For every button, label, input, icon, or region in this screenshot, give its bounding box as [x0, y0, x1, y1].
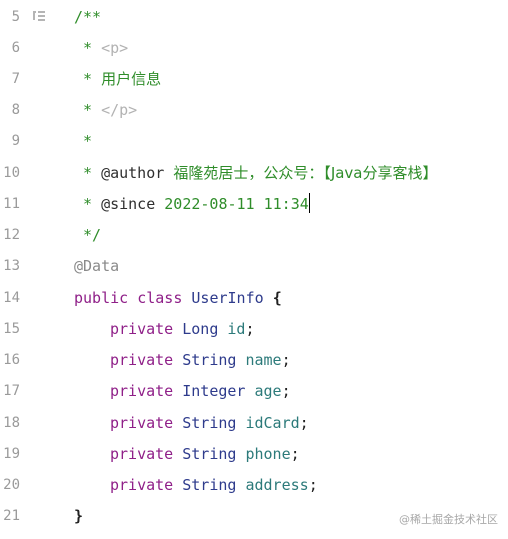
- modifier: private: [110, 414, 174, 432]
- code-line[interactable]: 19 private String phone;: [0, 439, 508, 470]
- watermark: @稀土掘金技术社区: [399, 513, 498, 526]
- line-number: 17: [3, 383, 20, 399]
- code-line[interactable]: 7 * 用户信息: [0, 64, 508, 95]
- field-type: Long: [182, 320, 219, 338]
- code-line[interactable]: 16 private String name;: [0, 345, 508, 376]
- line-number: 7: [11, 71, 20, 87]
- code-line[interactable]: 17 private Integer age;: [0, 376, 508, 407]
- comment-star: *: [83, 70, 102, 88]
- semicolon: ;: [290, 445, 300, 463]
- html-tag: </p>: [101, 101, 138, 119]
- line-number: 19: [3, 446, 20, 462]
- line-number: 9: [11, 133, 20, 149]
- code-line[interactable]: 14 public class UserInfo {: [0, 283, 508, 314]
- field-name: address: [245, 476, 309, 494]
- code-line[interactable]: 10 * @author 福隆苑居士，公众号：【Java分享客栈】: [0, 158, 508, 189]
- field-name: age: [254, 382, 282, 400]
- line-number: 11: [3, 196, 20, 212]
- fold-gutter-icon[interactable]: [33, 11, 45, 23]
- comment-star: *: [83, 195, 102, 213]
- open-brace: {: [272, 289, 282, 307]
- semicolon: ;: [299, 414, 309, 432]
- field-type: String: [182, 476, 237, 494]
- line-number: 6: [11, 40, 20, 56]
- code-editor[interactable]: 5 /** 6 * <p> 7 * 用户信息 8 * </p> 9 * 10 *…: [0, 0, 508, 539]
- html-tag: <p>: [101, 39, 129, 57]
- semicolon: ;: [308, 476, 318, 494]
- line-number: 16: [3, 352, 20, 368]
- field-name: idCard: [245, 414, 300, 432]
- field-name: phone: [245, 445, 291, 463]
- since-text: 2022-08-11 11:34: [164, 195, 309, 213]
- semicolon: ;: [245, 320, 255, 338]
- javadoc-tag-author: @author: [101, 164, 165, 182]
- field-type: String: [182, 351, 237, 369]
- code-line[interactable]: 20 private String address;: [0, 470, 508, 501]
- modifier: private: [110, 320, 174, 338]
- modifier: private: [110, 382, 174, 400]
- text-caret: [308, 193, 311, 213]
- comment-star: *: [83, 164, 102, 182]
- author-text: 福隆苑居士，公众号：【Java分享客栈】: [173, 164, 438, 182]
- line-number: 10: [3, 165, 20, 181]
- javadoc-tag-since: @since: [101, 195, 156, 213]
- code-line[interactable]: 13 @Data: [0, 251, 508, 282]
- code-line[interactable]: 15 private Long id;: [0, 314, 508, 345]
- code-line[interactable]: 9 *: [0, 126, 508, 157]
- code-line[interactable]: 8 * </p>: [0, 95, 508, 126]
- field-type: String: [182, 445, 237, 463]
- annotation: @Data: [74, 257, 120, 275]
- field-type: Integer: [182, 382, 246, 400]
- comment-star: *: [83, 39, 102, 57]
- semicolon: ;: [281, 382, 291, 400]
- comment-close: */: [83, 226, 102, 244]
- code-line[interactable]: 18 private String idCard;: [0, 408, 508, 439]
- line-number: 20: [3, 477, 20, 493]
- line-number: 14: [3, 290, 20, 306]
- code-line[interactable]: 5 /**: [0, 2, 508, 33]
- code-line[interactable]: 12 */: [0, 220, 508, 251]
- field-type: String: [182, 414, 237, 432]
- semicolon: ;: [281, 351, 291, 369]
- field-name: id: [227, 320, 246, 338]
- close-brace: }: [74, 507, 84, 525]
- comment-text: 用户信息: [101, 70, 162, 88]
- code-line[interactable]: 11 * @since 2022-08-11 11:34: [0, 189, 508, 220]
- keyword-public: public: [74, 289, 129, 307]
- comment-star: *: [83, 101, 102, 119]
- line-number: 18: [3, 415, 20, 431]
- line-number: 13: [3, 258, 20, 274]
- line-number: 21: [3, 508, 20, 524]
- line-number: 8: [11, 102, 20, 118]
- comment-star: *: [83, 132, 93, 150]
- keyword-class: class: [137, 289, 183, 307]
- code-line[interactable]: 6 * <p>: [0, 33, 508, 64]
- comment-open: /**: [74, 8, 102, 26]
- line-number: 12: [3, 227, 20, 243]
- class-name: UserInfo: [191, 289, 264, 307]
- modifier: private: [110, 351, 174, 369]
- field-name: name: [245, 351, 282, 369]
- modifier: private: [110, 445, 174, 463]
- line-number: 15: [3, 321, 20, 337]
- modifier: private: [110, 476, 174, 494]
- line-number: 5: [11, 9, 20, 25]
